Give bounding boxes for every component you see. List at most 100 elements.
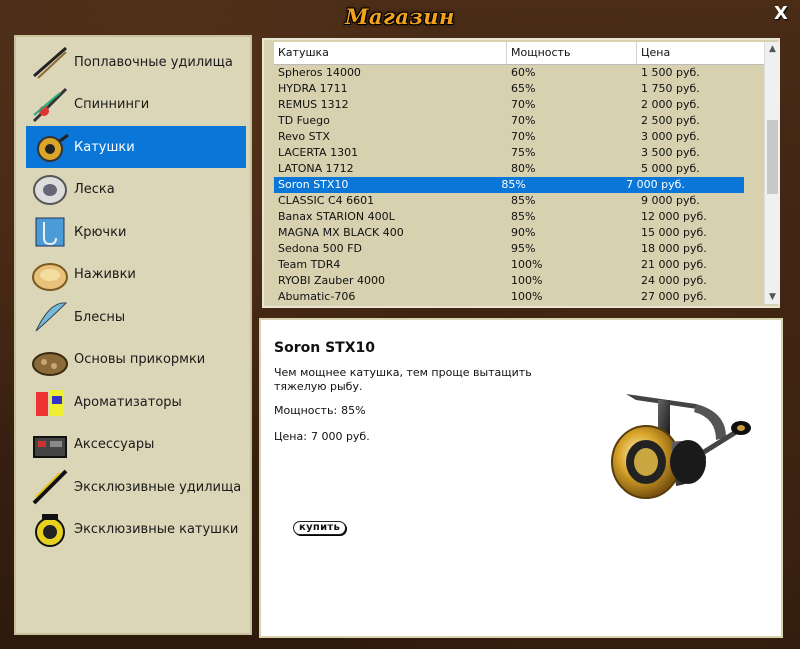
product-price: Цена: 7 000 руб. [274, 430, 370, 443]
column-header-power[interactable]: Мощность [507, 42, 637, 64]
scroll-up-icon[interactable]: ▲ [765, 42, 780, 56]
reel-name-cell: LATONA 1712 [278, 162, 354, 175]
table-row[interactable]: Spheros 14000 60% 1 500 руб. [274, 65, 764, 81]
reel-name-cell: RYOBI Zauber 4000 [278, 274, 386, 287]
reel-name-cell: Revo STX [278, 130, 330, 143]
price-cell: 12 000 руб. [641, 210, 707, 223]
category-item[interactable]: Катушки [26, 126, 246, 168]
power-cell: 60% [511, 66, 536, 79]
category-label: Леска [74, 182, 115, 197]
product-rows: Spheros 14000 60% 1 500 руб. HYDRA 1711 65% 1… [274, 65, 764, 305]
power-cell: 100% [511, 258, 543, 271]
column-header-price[interactable]: Цена [637, 42, 764, 64]
table-row[interactable]: Abumatic-706 100% 27 000 руб. [274, 289, 764, 305]
price-label: Цена: [274, 430, 307, 443]
table-row[interactable]: Banax STARION 400L 85% 12 000 руб. [274, 209, 764, 225]
scroll-thumb[interactable] [767, 120, 778, 194]
power-cell: 75% [511, 146, 536, 159]
table-row[interactable]: LACERTA 1301 75% 3 500 руб. [274, 145, 764, 161]
category-item[interactable]: Ароматизаторы [26, 381, 246, 423]
power-cell: 85% [501, 178, 526, 191]
flavor-icon [36, 390, 64, 416]
category-item[interactable]: Поплавочные удилища [26, 41, 246, 83]
reel-name-cell: HYDRA 1711 [278, 82, 348, 95]
category-sidebar: Поплавочные удилища Спиннинги Катушки Леска… [14, 35, 252, 635]
category-item[interactable]: Эксклюзивные катушки [26, 509, 246, 551]
table-row[interactable]: Soron STX10 85% 7 000 руб. [274, 177, 744, 193]
category-item[interactable]: Аксессуары [26, 424, 246, 466]
reel-name-cell: REMUS 1312 [278, 98, 349, 111]
price-cell: 1 750 руб. [641, 82, 700, 95]
category-label: Поплавочные удилища [74, 54, 233, 70]
product-detail-panel: Soron STX10 Чем мощнее катушка, тем прощ… [259, 318, 783, 638]
reel-name-cell: Soron STX10 [278, 178, 349, 191]
bait-icon [32, 262, 68, 291]
category-label: Спиннинги [74, 97, 150, 112]
reel-name-cell: TD Fuego [278, 114, 330, 127]
shop-window: Магазин X Поплавочные удилища Спиннинги Ка… [0, 0, 800, 649]
category-item[interactable]: Крючки [26, 211, 246, 253]
power-cell: 95% [511, 242, 536, 255]
category-item[interactable]: Основы прикормки [26, 339, 246, 381]
exclusive-reel-icon [35, 513, 65, 547]
table-row[interactable]: MAGNA MX BLACK 400 90% 15 000 руб. [274, 225, 764, 241]
table-row[interactable]: Revo STX 70% 3 000 руб. [274, 129, 764, 145]
category-label: Аксессуары [74, 437, 155, 452]
table-row[interactable]: Sedona 500 FD 95% 18 000 руб. [274, 241, 764, 257]
reel-name-cell: MAGNA MX BLACK 400 [278, 226, 404, 239]
price-cell: 3 000 руб. [641, 130, 700, 143]
price-cell: 15 000 руб. [641, 226, 707, 239]
column-header-reel[interactable]: Катушка [274, 42, 507, 64]
table-row[interactable]: Team TDR4 100% 21 000 руб. [274, 257, 764, 273]
reel-icon [37, 133, 69, 162]
price-cell: 1 500 руб. [641, 66, 700, 79]
power-cell: 100% [511, 274, 543, 287]
reel-name-cell: CLASSIC C4 6601 [278, 194, 375, 207]
table-row[interactable]: CLASSIC C4 6601 85% 9 000 руб. [274, 193, 764, 209]
power-cell: 65% [511, 82, 536, 95]
category-label: Эксклюзивные катушки [74, 522, 239, 537]
price-cell: 5 000 руб. [641, 162, 700, 175]
price-cell: 2 000 руб. [641, 98, 700, 111]
price-cell: 27 000 руб. [641, 290, 707, 303]
category-item[interactable]: Наживки [26, 254, 246, 296]
product-name: Soron STX10 [274, 340, 375, 356]
price-cell: 9 000 руб. [641, 194, 700, 207]
close-button[interactable]: X [772, 5, 790, 23]
power-cell: 70% [511, 114, 536, 127]
category-label: Основы прикормки [74, 352, 206, 367]
category-label: Блесны [74, 309, 126, 325]
window-title: Магазин [345, 4, 455, 29]
hooks-icon [35, 217, 65, 247]
reel-product-image [611, 394, 751, 499]
buy-button[interactable]: купить [293, 521, 347, 535]
table-row[interactable]: LATONA 1712 80% 5 000 руб. [274, 161, 764, 177]
category-item[interactable]: Леска [26, 169, 246, 211]
scroll-down-icon[interactable]: ▼ [765, 290, 780, 304]
power-cell: 70% [511, 98, 536, 111]
titlebar: Магазин X [0, 0, 800, 34]
category-item[interactable]: Эксклюзивные удилища [26, 466, 246, 508]
exclusive-rod-icon [32, 469, 68, 505]
table-row[interactable]: RYOBI Zauber 4000 100% 24 000 руб. [274, 273, 764, 289]
power-cell: 80% [511, 162, 536, 175]
reel-name-cell: Team TDR4 [278, 258, 341, 271]
price-value: 7 000 руб. [310, 430, 370, 443]
power-cell: 90% [511, 226, 536, 239]
category-item[interactable]: Блесны [26, 296, 246, 338]
table-row[interactable]: TD Fuego 70% 2 500 руб. [274, 113, 764, 129]
power-cell: 70% [511, 130, 536, 143]
category-item[interactable]: Спиннинги [26, 84, 246, 126]
category-label: Эксклюзивные удилища [74, 479, 242, 495]
category-label: Ароматизаторы [74, 394, 182, 410]
category-label: Катушки [74, 139, 135, 155]
table-row[interactable]: REMUS 1312 70% 2 000 руб. [274, 97, 764, 113]
reel-name-cell: Spheros 14000 [278, 66, 361, 79]
spinning-rod-icon [32, 87, 68, 122]
product-list-panel: Катушка Мощность Цена Spheros 14000 60% 1 … [262, 38, 780, 308]
table-row[interactable]: HYDRA 1711 65% 1 750 руб. [274, 81, 764, 97]
groundbait-icon [32, 351, 68, 376]
list-scrollbar[interactable]: ▲ ▼ [764, 42, 780, 304]
product-power: Мощность: 85% [274, 404, 366, 417]
price-cell: 3 500 руб. [641, 146, 700, 159]
